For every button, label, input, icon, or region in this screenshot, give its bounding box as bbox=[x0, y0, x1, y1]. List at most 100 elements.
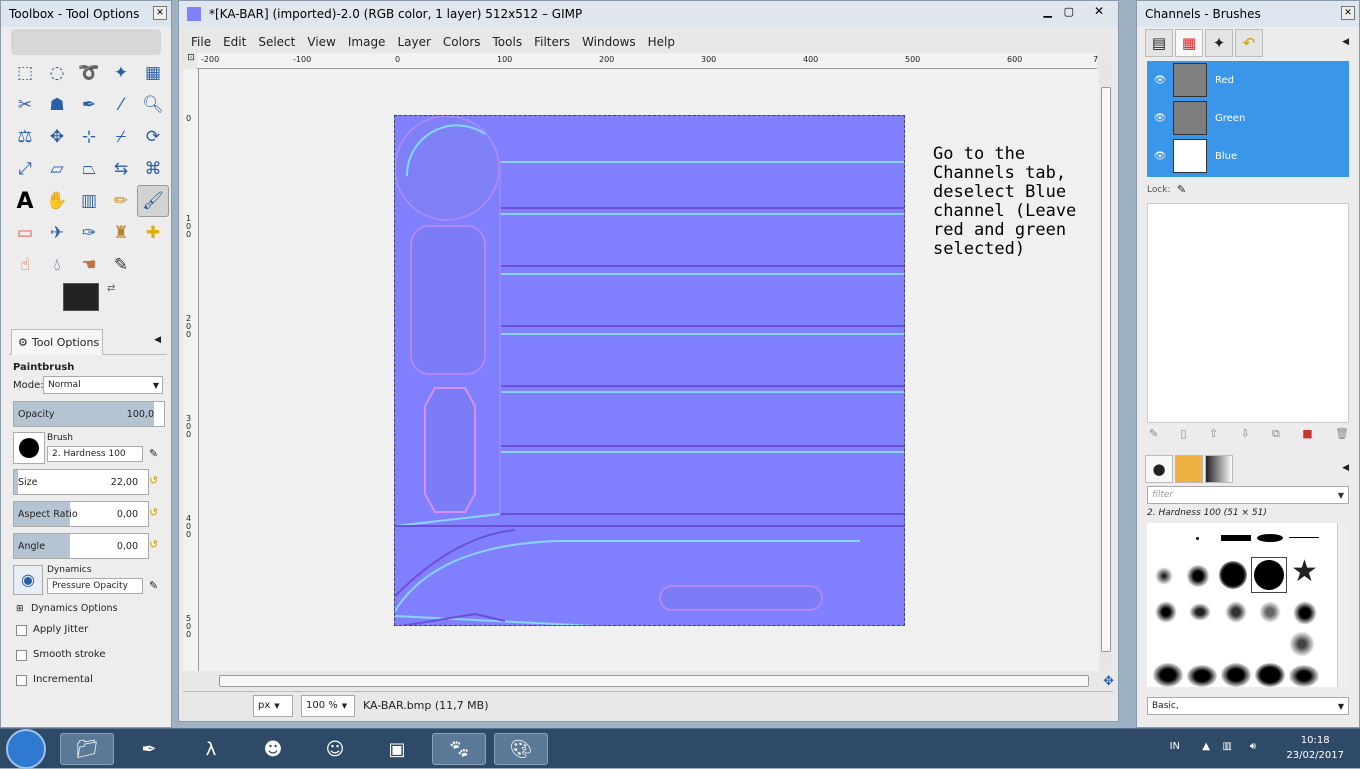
scissors-icon[interactable]: ✂ bbox=[9, 89, 41, 121]
eraser-icon[interactable]: ▭ bbox=[9, 217, 41, 249]
incremental-checkbox[interactable] bbox=[16, 675, 27, 686]
pencil-icon[interactable]: ✏ bbox=[105, 185, 137, 217]
menu-layer[interactable]: Layer bbox=[391, 35, 436, 49]
expand-icon[interactable]: ⊞ bbox=[16, 604, 24, 614]
lock-pixels-icon[interactable]: ✎ bbox=[1177, 183, 1186, 196]
tab-gradients-icon[interactable] bbox=[1205, 455, 1233, 483]
fuzzy-select-icon[interactable]: ✦ bbox=[105, 57, 137, 89]
lower-channel-icon[interactable]: ⇩ bbox=[1240, 427, 1249, 443]
tab-layers-icon[interactable]: ▤ bbox=[1145, 29, 1173, 57]
normal-map-image[interactable] bbox=[394, 115, 905, 626]
close-icon[interactable]: ✕ bbox=[153, 6, 167, 20]
menu-tools[interactable]: Tools bbox=[487, 35, 529, 49]
delete-channel-icon[interactable]: 🗑︎ bbox=[1335, 427, 1349, 443]
menu-windows[interactable]: Windows bbox=[576, 35, 642, 49]
dynamics-options-expander[interactable]: Dynamics Options bbox=[31, 603, 118, 614]
clock[interactable]: 10:18 23/02/2017 bbox=[1286, 733, 1344, 763]
volume-icon[interactable]: 🔊︎ bbox=[1250, 741, 1256, 752]
menu-edit[interactable]: Edit bbox=[217, 35, 252, 49]
language-indicator[interactable]: IN bbox=[1170, 741, 1180, 752]
ellipse-select-icon[interactable]: ◌ bbox=[41, 57, 73, 89]
edit-channel-icon[interactable]: ✎ bbox=[1149, 427, 1158, 443]
half-life-icon[interactable]: λ bbox=[184, 733, 238, 765]
horizontal-ruler[interactable]: -200 -100 0 100 200 300 400 500 600 7 bbox=[197, 53, 1098, 69]
tab-menu-icon[interactable]: ◀ bbox=[1342, 37, 1349, 47]
eye-icon[interactable]: 👁︎ bbox=[1147, 113, 1173, 124]
tab-menu-icon[interactable]: ◀ bbox=[1342, 463, 1349, 473]
tab-undo-icon[interactable]: ↶ bbox=[1235, 29, 1263, 57]
duplicate-channel-icon[interactable]: ⧉ bbox=[1272, 427, 1280, 443]
move-icon[interactable]: ✥ bbox=[41, 121, 73, 153]
star-brush-icon[interactable]: ★ bbox=[1291, 557, 1318, 587]
feather-app-icon[interactable]: ✒ bbox=[122, 733, 176, 765]
opacity-slider[interactable]: Opacity 100,0 bbox=[13, 401, 165, 427]
burn-icon[interactable]: ✎ bbox=[105, 249, 137, 281]
dynamics-icon[interactable]: ◉ bbox=[13, 565, 43, 595]
smudge-icon[interactable]: ☝ bbox=[9, 249, 41, 281]
tab-tool-options[interactable]: ⚙ Tool Options bbox=[11, 329, 103, 355]
eye-icon[interactable]: 👁︎ bbox=[1147, 75, 1173, 86]
vertical-scrollbar[interactable] bbox=[1100, 57, 1112, 671]
start-button[interactable] bbox=[6, 729, 46, 769]
unit-select[interactable]: px ▼ bbox=[253, 694, 293, 717]
edit-brush-icon[interactable]: ✎ bbox=[149, 447, 158, 460]
free-select-icon[interactable]: ➰ bbox=[73, 57, 105, 89]
tab-brushes-icon[interactable]: ● bbox=[1145, 455, 1173, 483]
foreground-select-icon[interactable]: ☗ bbox=[41, 89, 73, 121]
brush-scrollbar[interactable] bbox=[1337, 523, 1349, 687]
tab-patterns-icon[interactable] bbox=[1175, 455, 1203, 483]
cage-icon[interactable]: ⌘ bbox=[137, 153, 169, 185]
tab-menu-icon[interactable]: ◀ bbox=[154, 335, 161, 345]
raise-channel-icon[interactable]: ⇧ bbox=[1209, 427, 1218, 443]
channel-row-red[interactable]: 👁︎ Red bbox=[1147, 61, 1349, 99]
angle-slider[interactable]: Angle 0,00 bbox=[13, 533, 149, 559]
zoom-icon[interactable]: 🔍︎ bbox=[137, 89, 169, 121]
minimize-icon[interactable]: ▁ bbox=[1044, 5, 1052, 18]
channel-to-selection-icon[interactable]: ■ bbox=[1302, 427, 1312, 443]
by-color-select-icon[interactable]: ▦ bbox=[137, 57, 169, 89]
menu-image[interactable]: Image bbox=[342, 35, 392, 49]
brush-grid[interactable]: ★ bbox=[1147, 523, 1337, 687]
maximize-icon[interactable]: ▢ bbox=[1064, 5, 1074, 18]
ink-icon[interactable]: ✑ bbox=[73, 217, 105, 249]
network-icon[interactable]: ▥ bbox=[1223, 741, 1232, 752]
horizontal-scroll-thumb[interactable] bbox=[219, 675, 1089, 687]
size-slider[interactable]: Size 22,00 bbox=[13, 469, 149, 495]
channel-row-green[interactable]: 👁︎ Green bbox=[1147, 99, 1349, 137]
channel-row-blue[interactable]: 👁︎ Blue bbox=[1147, 137, 1349, 175]
menu-colors[interactable]: Colors bbox=[437, 35, 487, 49]
menu-filters[interactable]: Filters bbox=[528, 35, 576, 49]
menu-select[interactable]: Select bbox=[252, 35, 301, 49]
explorer-icon[interactable]: 📁︎ bbox=[60, 733, 114, 765]
reset-angle-icon[interactable]: ↺ bbox=[149, 538, 161, 552]
zoom-select[interactable]: 100 % ▼ bbox=[301, 694, 355, 717]
brush-name-field[interactable]: 2. Hardness 100 bbox=[47, 446, 143, 462]
paint-app-icon[interactable]: 🎨︎ bbox=[494, 733, 548, 765]
close-icon[interactable]: ✕ bbox=[1341, 6, 1355, 20]
reset-size-icon[interactable]: ↺ bbox=[149, 474, 161, 488]
vertical-ruler[interactable]: 0 100 200 300 400 500 bbox=[183, 69, 199, 671]
paths-icon[interactable]: ✒ bbox=[73, 89, 105, 121]
clone-icon[interactable]: ♜ bbox=[105, 217, 137, 249]
edit-dynamics-icon[interactable]: ✎ bbox=[149, 579, 158, 592]
brush-preview[interactable] bbox=[13, 432, 45, 464]
rect-select-icon[interactable]: ⬚ bbox=[9, 57, 41, 89]
tab-channels-icon[interactable]: ▦ bbox=[1175, 29, 1203, 57]
new-channel-icon[interactable]: ▯ bbox=[1181, 427, 1187, 443]
heal-icon[interactable]: ✋ bbox=[41, 185, 73, 217]
vertical-scroll-thumb[interactable] bbox=[1101, 87, 1111, 652]
airbrush-icon[interactable]: ✈ bbox=[41, 217, 73, 249]
color-picker-icon[interactable]: ⁄ bbox=[105, 89, 137, 121]
dodge-icon[interactable]: ☚ bbox=[73, 249, 105, 281]
game-icon[interactable]: ☺ bbox=[308, 733, 362, 765]
menu-file[interactable]: File bbox=[185, 35, 217, 49]
smooth-stroke-checkbox[interactable] bbox=[16, 650, 27, 661]
eye-icon[interactable]: 👁︎ bbox=[1147, 151, 1173, 162]
brush-set-select[interactable]: Basic, ▼ bbox=[1147, 697, 1349, 715]
dynamics-field[interactable]: Pressure Opacity bbox=[47, 578, 143, 594]
text-icon[interactable]: A bbox=[9, 185, 41, 217]
brush-filter-input[interactable]: filter ▼ bbox=[1147, 486, 1349, 504]
monitor-app-icon[interactable]: ▣ bbox=[370, 733, 424, 765]
flip-icon[interactable]: ⇆ bbox=[105, 153, 137, 185]
shear-icon[interactable]: ▱ bbox=[41, 153, 73, 185]
